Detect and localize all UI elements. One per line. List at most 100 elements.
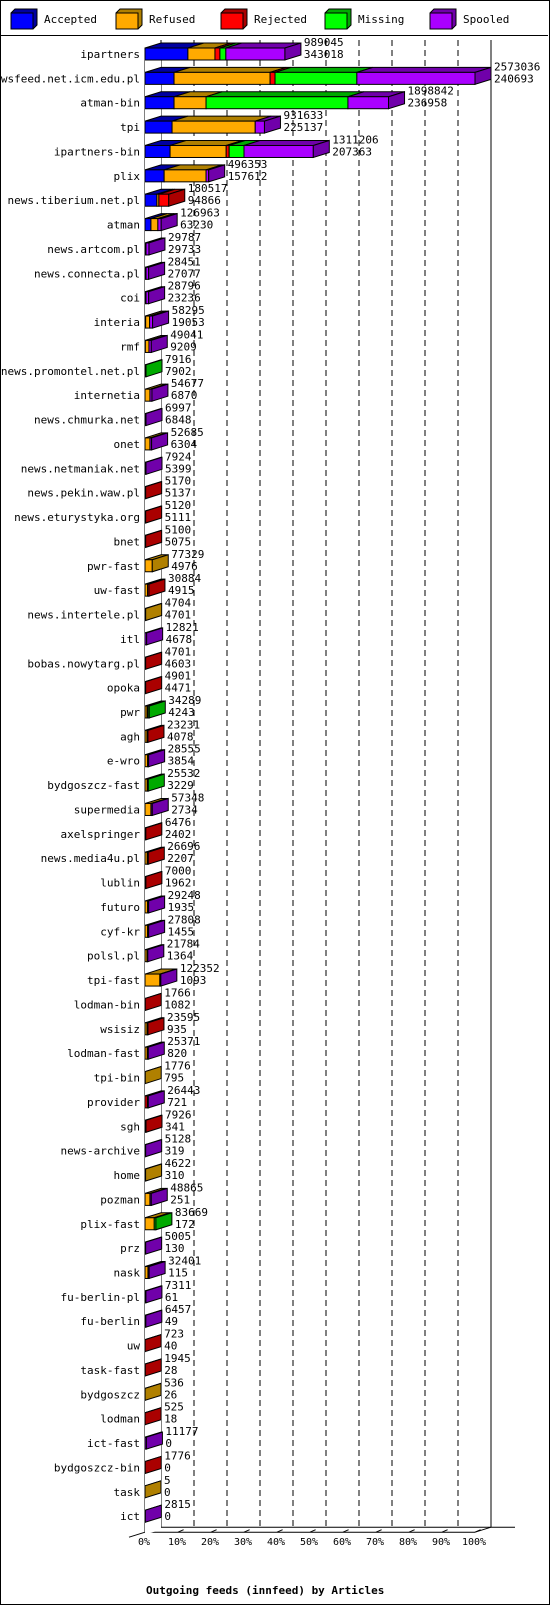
feed-label: nask bbox=[114, 1267, 141, 1280]
feed-label: lublin bbox=[100, 877, 140, 890]
feed-second-value: 130 bbox=[165, 1242, 185, 1255]
feed-second-value: 2734 bbox=[171, 803, 198, 816]
feed-label: news.intertele.pl bbox=[27, 609, 140, 622]
bar-segment-rejected bbox=[158, 193, 170, 207]
bar-segment-accepted bbox=[144, 96, 175, 110]
feed-second-value: 172 bbox=[175, 1218, 195, 1231]
feed-label: news.promontel.net.pl bbox=[1, 365, 140, 378]
feed-label: atman-bin bbox=[80, 97, 140, 110]
feed-label: ict-fast bbox=[87, 1437, 140, 1450]
feed-label: onet bbox=[114, 438, 141, 451]
feed-second-value: 0 bbox=[164, 1486, 171, 1499]
feed-label: tpi-bin bbox=[94, 1072, 140, 1085]
feed-label: e-wro bbox=[107, 755, 140, 768]
feed-label: prz bbox=[120, 1242, 140, 1255]
bar-segment-accepted bbox=[144, 218, 152, 232]
feed-second-value: 251 bbox=[170, 1193, 190, 1206]
feed-second-value: 29733 bbox=[168, 243, 201, 256]
feed-second-value: 935 bbox=[167, 1023, 187, 1036]
feed-label: lodman-bin bbox=[74, 998, 140, 1011]
feed-label: internetia bbox=[74, 389, 140, 402]
x-tick-label: 40% bbox=[267, 1537, 285, 1548]
bar-segment-accepted bbox=[144, 120, 173, 134]
bar-segment-refused bbox=[144, 388, 151, 402]
bar-segment-spooled bbox=[356, 71, 476, 85]
feed-label: bnet bbox=[114, 535, 141, 548]
feed-label: pozman bbox=[100, 1193, 140, 1206]
feed-second-value: 0 bbox=[164, 1510, 171, 1523]
bar-segment-missing bbox=[228, 144, 245, 158]
feed-label: ict bbox=[120, 1510, 140, 1523]
feed-second-value: 4078 bbox=[167, 730, 194, 743]
feed-label: news.netmaniak.net bbox=[21, 462, 140, 475]
feed-second-value: 4701 bbox=[165, 609, 192, 622]
bar-segment-refused bbox=[187, 47, 216, 61]
feed-label: bobas.nowytarg.pl bbox=[27, 657, 140, 670]
feed-second-value: 820 bbox=[167, 1047, 187, 1060]
feed-label: pwr-fast bbox=[87, 560, 140, 573]
x-tick-label: 60% bbox=[333, 1537, 351, 1548]
feed-label: coi bbox=[120, 292, 140, 305]
feed-second-value: 40 bbox=[164, 1340, 177, 1353]
bar-segment-accepted bbox=[144, 169, 165, 183]
bar-top-spooled bbox=[356, 66, 492, 73]
bar-segment-accepted bbox=[144, 144, 171, 158]
feed-label: pwr bbox=[120, 706, 140, 719]
bar-segment-missing bbox=[274, 71, 358, 85]
feed-label: lodman bbox=[100, 1413, 140, 1426]
feed-second-value: 3854 bbox=[168, 755, 195, 768]
x-tick-label: 90% bbox=[432, 1537, 450, 1548]
feed-second-value: 4471 bbox=[165, 682, 192, 695]
feed-label: tpi-fast bbox=[87, 974, 140, 987]
feed-label: uw-fast bbox=[94, 584, 140, 597]
feed-second-value: 1962 bbox=[165, 877, 192, 890]
x-tick-label: 30% bbox=[234, 1537, 252, 1548]
feed-second-value: 5137 bbox=[165, 487, 192, 500]
feed-label: task bbox=[114, 1486, 141, 1499]
x-tick-label: 100% bbox=[462, 1537, 486, 1548]
feed-label: news.connecta.pl bbox=[34, 267, 140, 280]
bar-segment-refused bbox=[169, 144, 227, 158]
bar-segment-refused bbox=[150, 218, 159, 232]
feed-label: interia bbox=[94, 316, 140, 329]
feed-second-value: 4915 bbox=[168, 584, 195, 597]
feed-second-value: 5075 bbox=[165, 535, 192, 548]
feed-label: newsfeed.net.icm.edu.pl bbox=[0, 72, 140, 85]
bar-segment-refused bbox=[163, 169, 207, 183]
feed-second-value: 1082 bbox=[164, 998, 191, 1011]
x-tick-label: 70% bbox=[366, 1537, 384, 1548]
feed-label: news.artcom.pl bbox=[47, 243, 140, 256]
feed-second-value: 26 bbox=[164, 1388, 177, 1401]
feed-label: rmf bbox=[120, 340, 140, 353]
feed-label: ipartners bbox=[80, 48, 140, 61]
bar-segment-refused bbox=[145, 315, 151, 329]
feed-second-value: 27077 bbox=[168, 267, 201, 280]
feed-second-value: 5399 bbox=[165, 462, 192, 475]
feed-label: cyf-kr bbox=[100, 925, 140, 938]
feed-label: wsisiz bbox=[100, 1023, 140, 1036]
feed-second-value: 6870 bbox=[171, 389, 198, 402]
feed-second-value: 115 bbox=[168, 1267, 188, 1280]
feed-second-value: 6304 bbox=[171, 438, 198, 451]
feed-second-value: 61 bbox=[165, 1291, 178, 1304]
feed-label: plix-fast bbox=[80, 1218, 140, 1231]
feed-second-value: 2402 bbox=[165, 828, 192, 841]
feed-second-value: 207363 bbox=[332, 145, 372, 158]
feed-second-value: 9209 bbox=[170, 340, 197, 353]
feed-second-value: 1935 bbox=[168, 901, 195, 914]
feed-label: sgh bbox=[120, 1120, 140, 1133]
bar-top-missing bbox=[205, 91, 365, 98]
bar-segment-spooled bbox=[225, 47, 286, 61]
feed-second-value: 18 bbox=[164, 1413, 177, 1426]
bar-segment-refused bbox=[144, 559, 153, 573]
feed-label: ipartners-bin bbox=[54, 145, 140, 158]
feed-second-value: 319 bbox=[165, 1145, 185, 1158]
x-tick-label: 0% bbox=[138, 1537, 150, 1548]
feed-label: bydgoszcz-fast bbox=[47, 779, 140, 792]
feed-label: news.pekin.waw.pl bbox=[27, 487, 140, 500]
feed-second-value: 0 bbox=[165, 1437, 172, 1450]
feed-label: home bbox=[114, 1169, 141, 1182]
feed-second-value: 94866 bbox=[188, 194, 221, 207]
feed-second-value: 225137 bbox=[283, 121, 323, 134]
bar-top-refused bbox=[173, 66, 287, 73]
